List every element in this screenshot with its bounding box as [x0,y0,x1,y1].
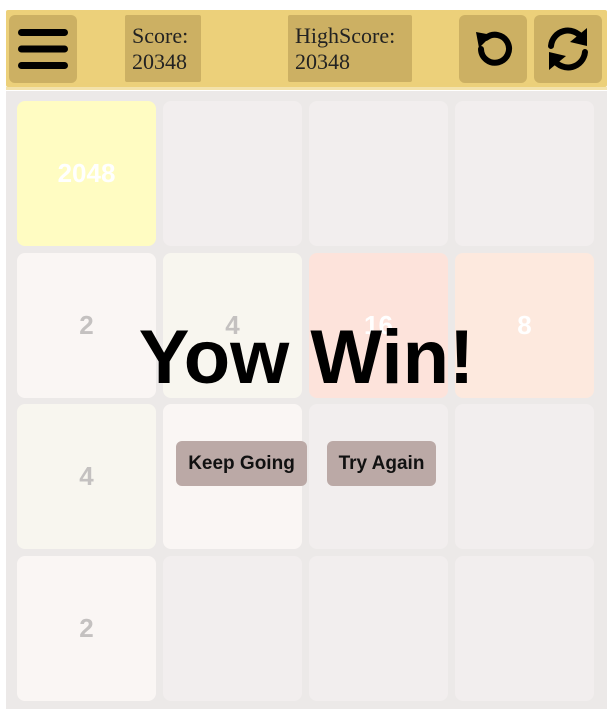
undo-button[interactable] [459,15,527,83]
score-label: Score: [132,23,189,48]
highscore-box: HighScore: 20348 [288,15,412,82]
refresh-icon [542,23,594,75]
tile-r2-c0: 4 [17,404,156,549]
top-bar: Score: 20348 HighScore: 20348 [6,10,607,90]
try-again-button[interactable]: Try Again [327,441,436,486]
hamburger-menu-icon [16,25,70,73]
highscore-label: HighScore: [295,23,396,48]
tile-r2-c3 [455,404,594,549]
tile-r0-c0: 2048 [17,101,156,246]
win-message: Yow Win! [138,315,475,400]
tile-r3-c2 [309,556,448,701]
tile-r0-c2 [309,101,448,246]
tile-r0-c3 [455,101,594,246]
tile-r0-c1 [163,101,302,246]
tile-r3-c1 [163,556,302,701]
tile-r3-c0: 2 [17,556,156,701]
score-value: 20348 [132,49,187,74]
score-box: Score: 20348 [125,15,201,82]
game-board: 2048 2 4 16 8 4 2 [6,91,607,709]
undo-icon [468,24,518,74]
keep-going-button[interactable]: Keep Going [176,441,307,486]
highscore-value: 20348 [295,49,350,74]
restart-button[interactable] [534,15,602,83]
tile-r3-c3 [455,556,594,701]
menu-button[interactable] [9,15,77,83]
